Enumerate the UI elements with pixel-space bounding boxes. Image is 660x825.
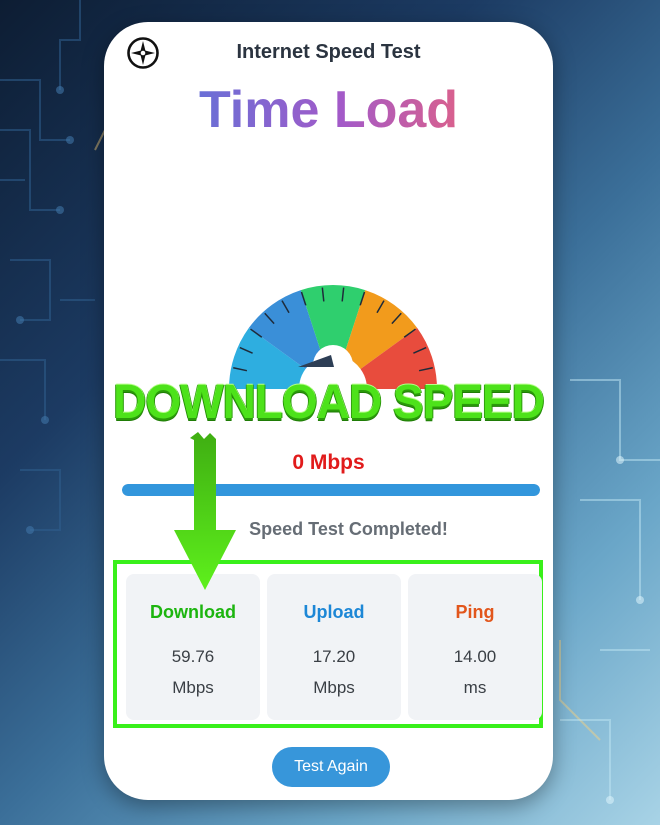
upload-stat-card: Upload 17.20 Mbps — [267, 574, 401, 720]
ping-stat-card: Ping 14.00 ms — [408, 574, 542, 720]
brand-name: Time Load — [198, 81, 459, 139]
upload-label: Upload — [303, 602, 365, 622]
download-value: 59.76 — [171, 647, 215, 666]
upload-unit: Mbps — [313, 678, 355, 697]
upload-value: 17.20 — [312, 647, 356, 666]
app-title: Internet Speed Test — [236, 41, 421, 63]
ping-value: 14.00 — [453, 647, 497, 666]
download-speed-banner: DOWNLOAD SPEED — [113, 373, 545, 429]
brand-logo-text: Time Load — [104, 78, 553, 142]
download-unit: Mbps — [172, 678, 214, 697]
ping-unit: ms — [463, 678, 487, 697]
arrow-down-icon — [174, 432, 236, 590]
ping-label: Ping — [455, 602, 495, 622]
test-again-button[interactable]: Test Again — [272, 747, 390, 787]
download-label: Download — [150, 602, 236, 622]
download-stat-card: Download 59.76 Mbps — [126, 574, 260, 720]
speed-test-card: Internet Speed Test Time Load DOWNLOAD S… — [104, 22, 553, 800]
